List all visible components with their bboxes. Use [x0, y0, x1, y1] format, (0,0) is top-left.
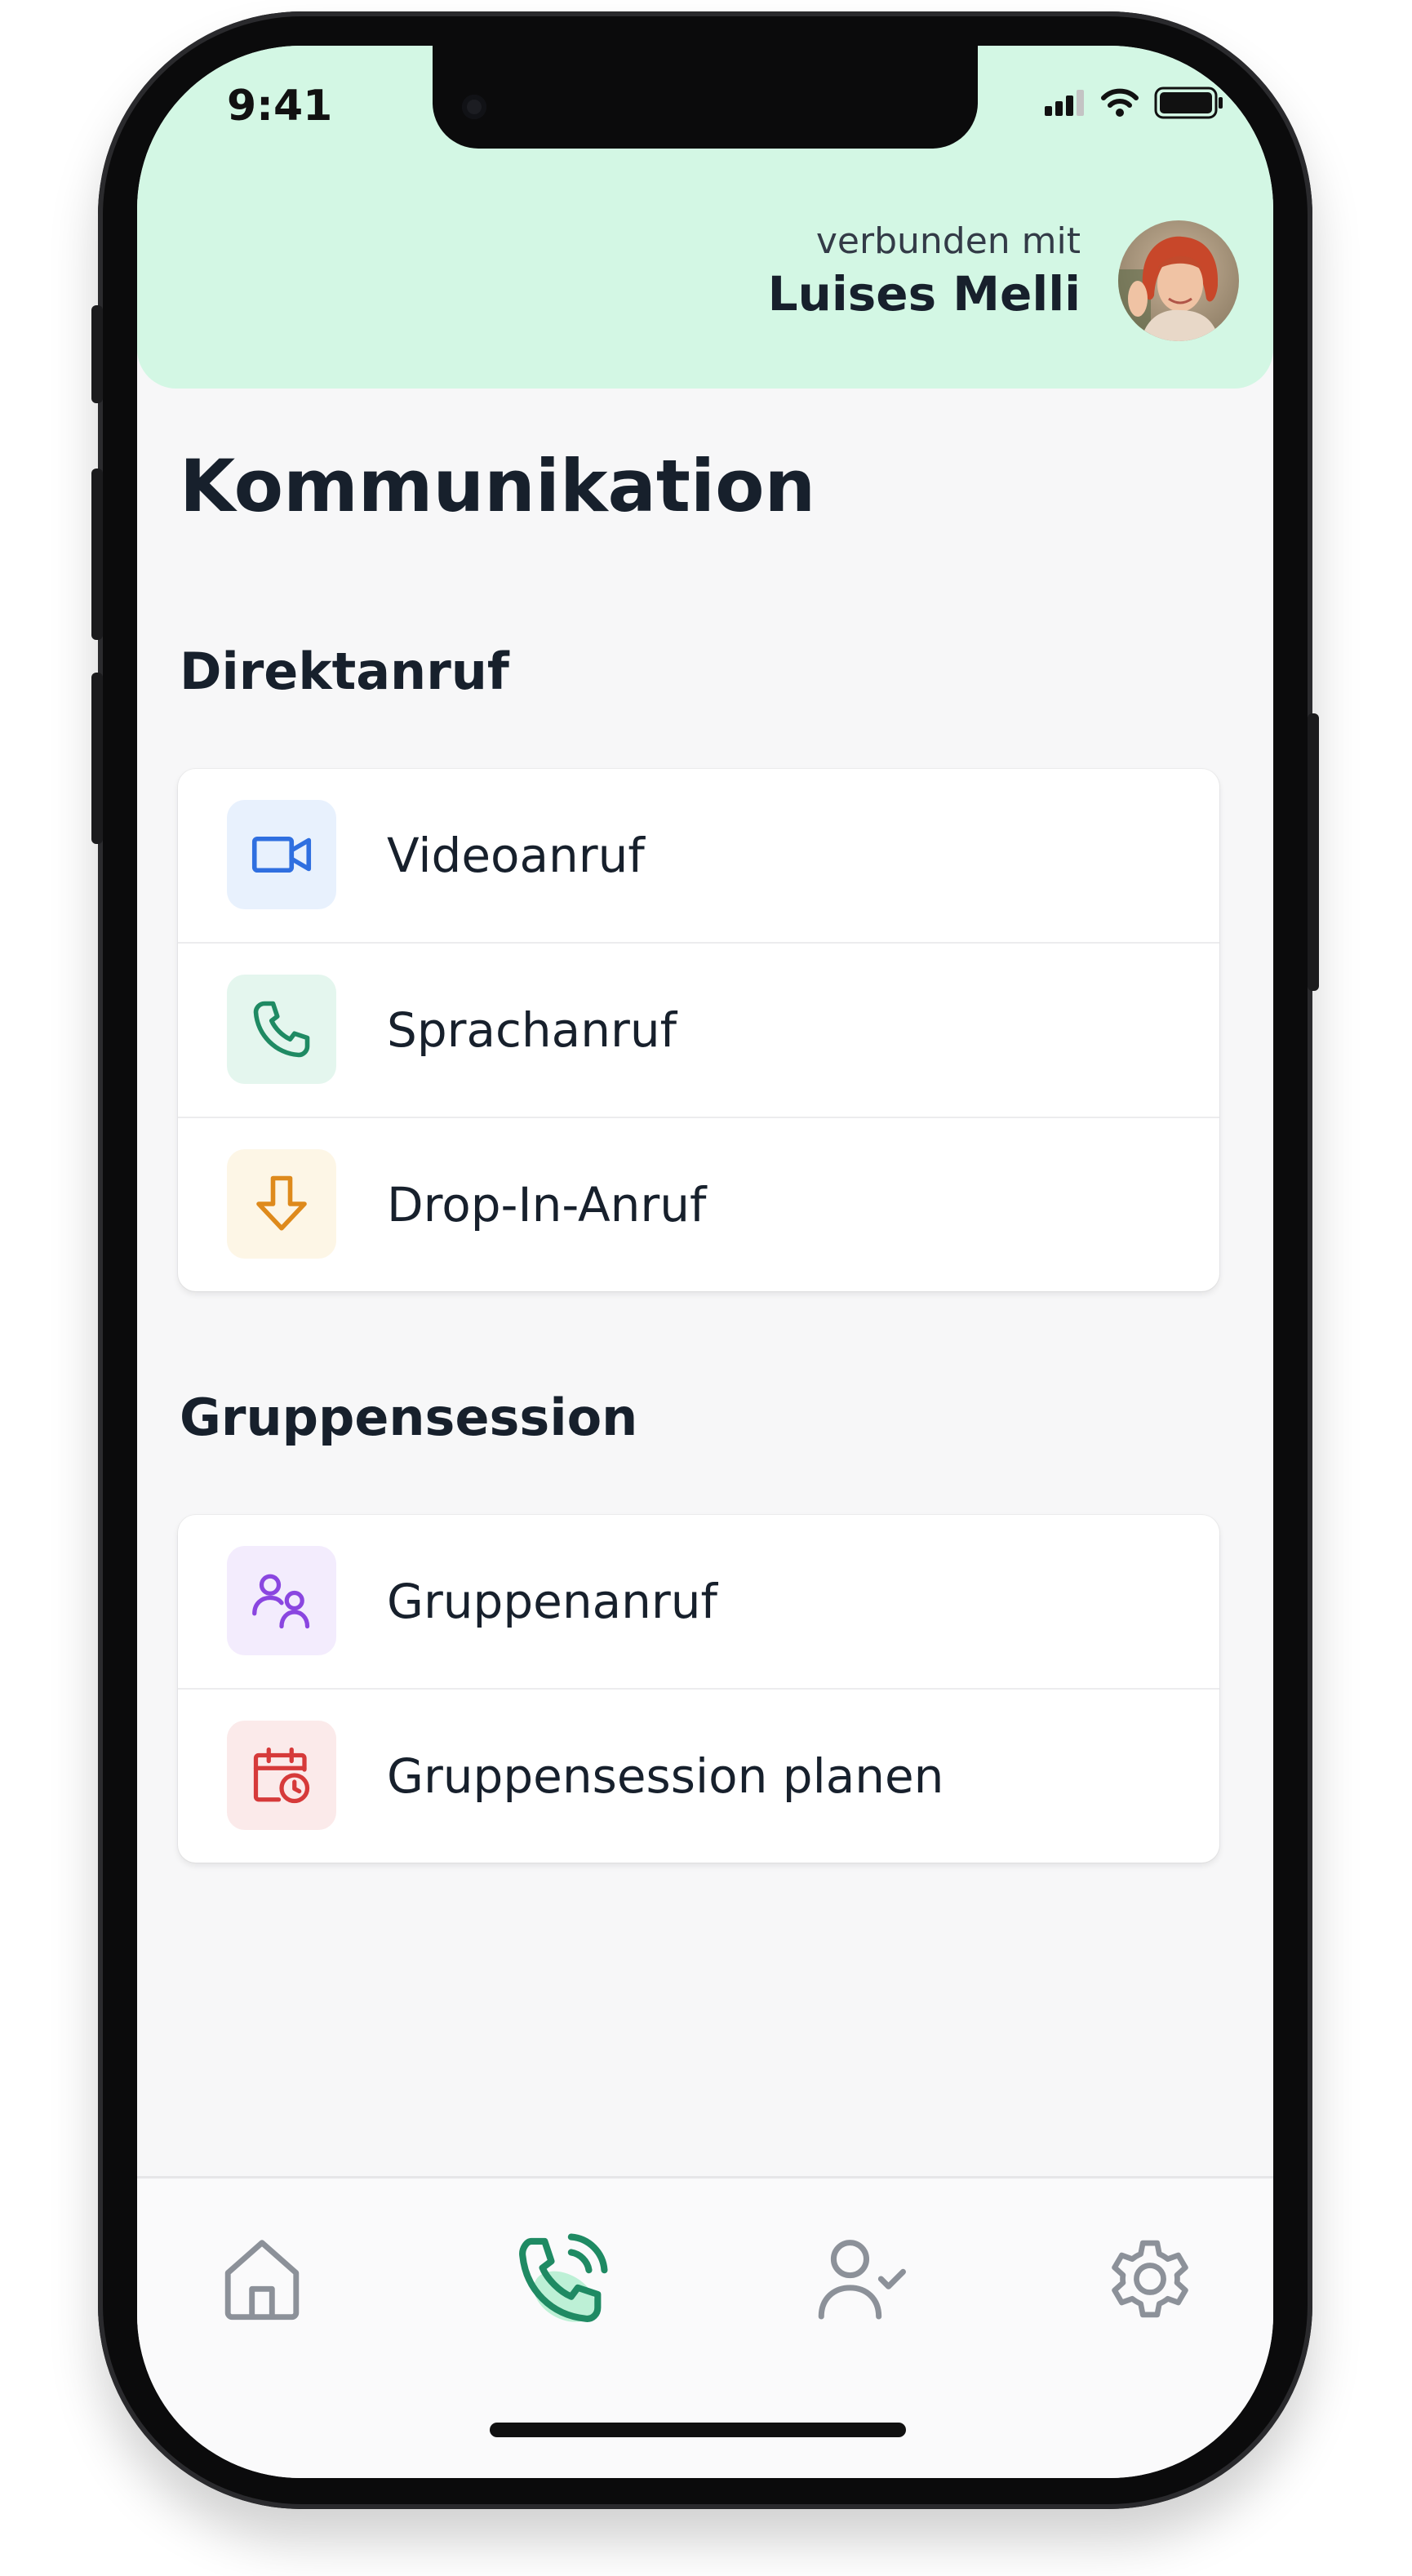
tab-kommunikation[interactable] — [501, 2218, 624, 2340]
group-session-card: Gruppenanruf Gruppensession planen — [178, 1515, 1219, 1863]
notch — [433, 46, 978, 149]
status-time: 9:41 — [227, 82, 333, 131]
phone-call-icon — [519, 2233, 608, 2322]
app-screen: verbunden mit Luises Melli 9:41 Kommunik… — [137, 46, 1273, 2478]
home-indicator[interactable] — [490, 2423, 906, 2437]
list-item-label: Videoanruf — [387, 828, 645, 883]
list-item-label: Sprachanruf — [387, 1002, 677, 1058]
page-title: Kommunikation — [180, 444, 816, 528]
tab-contacts[interactable] — [800, 2218, 922, 2340]
list-item-gruppenanruf[interactable]: Gruppenanruf — [178, 1515, 1219, 1690]
list-item-label: Gruppensession planen — [387, 1748, 944, 1804]
wifi-icon — [1101, 88, 1139, 117]
tab-settings[interactable] — [1089, 2218, 1211, 2340]
arrow-down-icon — [227, 1149, 336, 1259]
avatar-photo — [1118, 220, 1239, 341]
list-item-label: Gruppenanruf — [387, 1574, 717, 1629]
volume-down-button — [91, 673, 103, 844]
connected-label: verbunden mit — [815, 220, 1081, 262]
home-icon — [224, 2240, 300, 2321]
group-users-icon — [227, 1546, 336, 1655]
tab-home[interactable] — [201, 2218, 323, 2340]
direct-call-card: Videoanruf Sprachanruf Drop-In-Anruf — [178, 769, 1219, 1291]
settings-gear-icon — [1112, 2240, 1188, 2318]
mute-switch — [91, 305, 103, 403]
status-icons — [1045, 87, 1224, 119]
list-item-drop-in-anruf[interactable]: Drop-In-Anruf — [178, 1118, 1219, 1291]
list-item-videoanruf[interactable]: Videoanruf — [178, 769, 1219, 944]
cellular-signal-icon — [1045, 90, 1084, 116]
list-item-gruppensession-planen[interactable]: Gruppensession planen — [178, 1690, 1219, 1863]
list-item-label: Drop-In-Anruf — [387, 1177, 707, 1232]
user-check-icon — [818, 2240, 906, 2320]
video-camera-icon — [227, 800, 336, 909]
front-camera — [462, 95, 486, 119]
section-title-direktanruf: Direktanruf — [180, 642, 509, 701]
section-title-gruppensession: Gruppensession — [180, 1388, 638, 1447]
connected-user-name: Luises Melli — [767, 266, 1081, 322]
list-item-sprachanruf[interactable]: Sprachanruf — [178, 944, 1219, 1118]
avatar[interactable] — [1118, 220, 1239, 341]
calendar-clock-icon — [227, 1721, 336, 1830]
volume-up-button — [91, 469, 103, 640]
status-bar: 9:41 — [137, 46, 1273, 201]
phone-icon — [227, 975, 336, 1084]
power-button — [1308, 713, 1319, 991]
battery-icon — [1154, 87, 1223, 119]
